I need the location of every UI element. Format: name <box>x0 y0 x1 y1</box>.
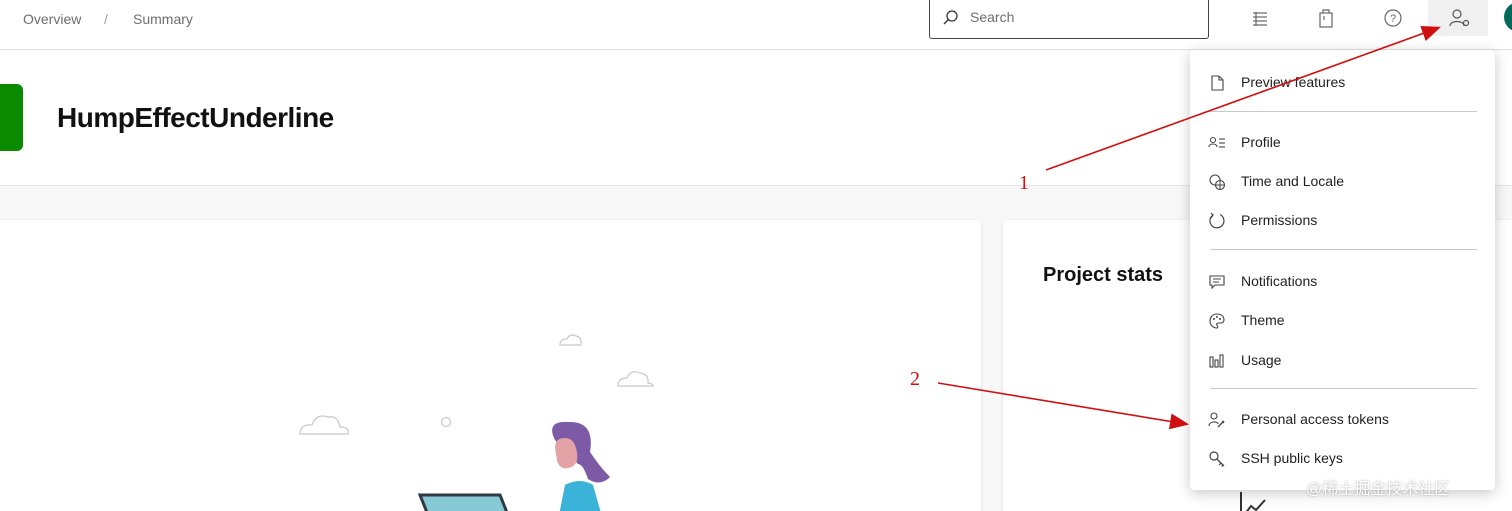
annotation-arrow-2 <box>937 382 1190 430</box>
annotation-label-1: 1 <box>1019 172 1029 194</box>
annotation-label-2: 2 <box>910 368 920 390</box>
watermark: @稀土掘金技术社区 <box>1306 481 1451 498</box>
annotation-arrow-1 <box>1045 25 1442 171</box>
annotation-arrows <box>937 25 1442 430</box>
